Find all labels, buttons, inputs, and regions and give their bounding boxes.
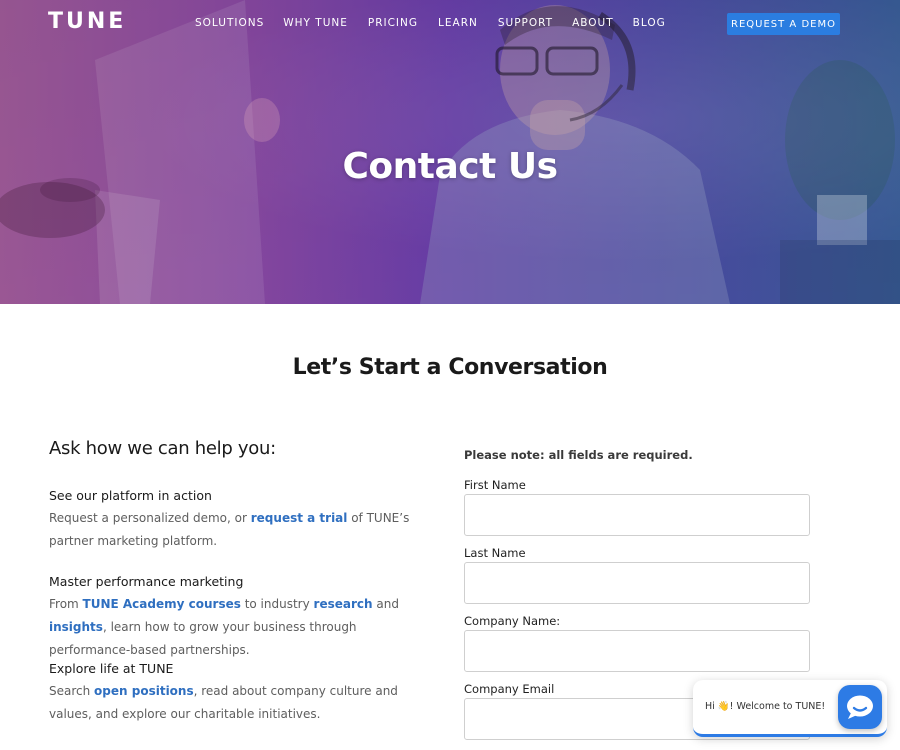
nav-solutions[interactable]: SOLUTIONS [195, 17, 264, 29]
item-body-performance: From TUNE Academy courses to industry re… [49, 597, 399, 657]
nav-about[interactable]: ABOUT [572, 17, 614, 29]
nav-blog[interactable]: BLOG [633, 17, 666, 29]
research-link[interactable]: research [314, 597, 373, 611]
item-title-platform: See our platform in action [49, 488, 212, 503]
nav-links: SOLUTIONS WHY TUNE PRICING LEARN SUPPORT… [195, 17, 666, 29]
chat-launcher-button[interactable] [838, 685, 882, 729]
chat-bubble-icon [847, 695, 873, 719]
item-title-performance: Master performance marketing [49, 574, 244, 589]
insights-link[interactable]: insights [49, 620, 103, 634]
item-body-life: Search open positions, read about compan… [49, 684, 398, 721]
required-note: Please note: all fields are required. [464, 448, 693, 462]
nav-support[interactable]: SUPPORT [498, 17, 553, 29]
page-title: Contact Us [342, 146, 558, 187]
hero-banner: TUNE SOLUTIONS WHY TUNE PRICING LEARN SU… [0, 0, 900, 304]
contact-form: Please note: all fields are required. Fi… [464, 448, 810, 740]
item-title-life: Explore life at TUNE [49, 661, 174, 676]
item-body-platform: Request a personalized demo, or request … [49, 511, 410, 548]
company-email-label: Company Email [464, 682, 555, 696]
last-name-label: Last Name [464, 546, 526, 560]
tune-logo[interactable]: TUNE [48, 9, 126, 34]
nav-why-tune[interactable]: WHY TUNE [283, 17, 348, 29]
top-nav: TUNE SOLUTIONS WHY TUNE PRICING LEARN SU… [0, 0, 900, 48]
open-positions-link[interactable]: open positions [94, 684, 194, 698]
company-name-field[interactable] [464, 630, 810, 672]
help-heading: Ask how we can help you: [49, 438, 276, 459]
nav-learn[interactable]: LEARN [438, 17, 478, 29]
request-trial-link[interactable]: request a trial [251, 511, 348, 525]
waving-hand-icon: 👋 [717, 701, 730, 712]
section-title: Let’s Start a Conversation [292, 355, 608, 380]
help-column: Ask how we can help you: See our platfor… [49, 438, 429, 721]
request-demo-button[interactable]: REQUEST A DEMO [727, 13, 840, 35]
chat-greeting-text: Hi 👋! Welcome to TUNE! [705, 701, 826, 712]
company-name-label: Company Name: [464, 614, 561, 628]
first-name-label: First Name [464, 478, 526, 492]
first-name-field[interactable] [464, 494, 810, 536]
nav-pricing[interactable]: PRICING [368, 17, 418, 29]
last-name-field[interactable] [464, 562, 810, 604]
academy-courses-link[interactable]: TUNE Academy courses [83, 597, 241, 611]
